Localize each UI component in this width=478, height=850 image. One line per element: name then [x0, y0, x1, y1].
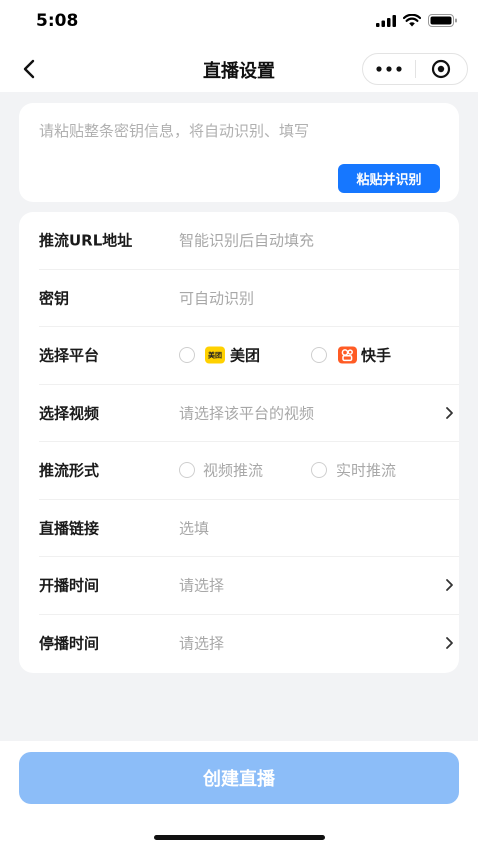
- row-secret-key: 密钥 可自动识别: [39, 270, 459, 327]
- end-time-picker[interactable]: 请选择: [179, 633, 224, 654]
- create-live-button[interactable]: 创建直播: [19, 752, 459, 804]
- paste-and-recognize-button[interactable]: 粘贴并识别: [338, 164, 440, 193]
- end-time-label: 停播时间: [39, 634, 100, 653]
- row-start-time[interactable]: 开播时间 请选择: [39, 557, 459, 615]
- platform-kuaishou-label[interactable]: 快手: [361, 345, 391, 366]
- live-link-input[interactable]: 选填: [179, 517, 209, 538]
- push-mode-realtime-radio[interactable]: [311, 462, 327, 479]
- live-link-label: 直播链接: [39, 519, 100, 538]
- platform-meituan-radio[interactable]: [179, 347, 195, 364]
- close-mini-program-button[interactable]: [416, 54, 468, 84]
- paste-key-card: 请粘贴整条密钥信息，将自动识别、填写 粘贴并识别: [19, 103, 459, 202]
- paste-key-textarea[interactable]: 请粘贴整条密钥信息，将自动识别、填写: [39, 120, 309, 141]
- live-settings-form: 推流URL地址 智能识别后自动填充 密钥 可自动识别 选择平台 美团 美团 快手…: [19, 212, 459, 673]
- push-mode-video-label[interactable]: 视频推流: [203, 460, 263, 481]
- chevron-right-icon: [441, 405, 457, 421]
- video-label: 选择视频: [39, 404, 100, 423]
- battery-icon: [428, 14, 457, 27]
- top-area: 5:08 直播设置: [0, 0, 478, 92]
- row-platform: 选择平台 美团 美团 快手: [39, 327, 459, 385]
- more-dots-icon: [376, 66, 402, 72]
- status-icons: [376, 14, 458, 27]
- status-time: 5:08: [36, 11, 79, 31]
- row-end-time[interactable]: 停播时间 请选择: [39, 615, 459, 673]
- stream-url-input[interactable]: 智能识别后自动填充: [179, 230, 314, 251]
- platform-meituan-label[interactable]: 美团: [230, 345, 260, 366]
- secret-key-label: 密钥: [39, 289, 70, 308]
- bottom-action-bar: 创建直播: [0, 741, 478, 850]
- status-bar: 5:08: [0, 0, 478, 44]
- row-video[interactable]: 选择视频 请选择该平台的视频: [39, 385, 459, 442]
- push-mode-realtime-label[interactable]: 实时推流: [336, 460, 396, 481]
- video-select[interactable]: 请选择该平台的视频: [179, 402, 314, 423]
- nav-bar: 直播设置: [0, 44, 478, 92]
- push-mode-label: 推流形式: [39, 461, 100, 480]
- chevron-right-icon: [441, 635, 457, 651]
- platform-label: 选择平台: [39, 346, 100, 365]
- row-push-mode: 推流形式 视频推流 实时推流: [39, 442, 459, 500]
- signal-icon: [376, 14, 396, 27]
- target-circle-icon: [432, 59, 451, 79]
- meituan-logo-icon: 美团: [205, 346, 225, 364]
- mini-program-capsule: [362, 53, 468, 85]
- platform-kuaishou-radio[interactable]: [311, 347, 327, 364]
- row-stream-url: 推流URL地址 智能识别后自动填充: [39, 212, 459, 270]
- chevron-right-icon: [441, 577, 457, 593]
- start-time-label: 开播时间: [39, 576, 100, 595]
- kuaishou-logo-icon: [338, 346, 357, 364]
- push-mode-video-radio[interactable]: [179, 462, 195, 479]
- row-live-link: 直播链接 选填: [39, 500, 459, 557]
- start-time-picker[interactable]: 请选择: [179, 575, 224, 596]
- wifi-icon: [403, 14, 421, 27]
- home-indicator: [154, 835, 325, 840]
- more-button[interactable]: [363, 54, 415, 84]
- stream-url-label: 推流URL地址: [39, 231, 133, 250]
- secret-key-input[interactable]: 可自动识别: [179, 287, 254, 308]
